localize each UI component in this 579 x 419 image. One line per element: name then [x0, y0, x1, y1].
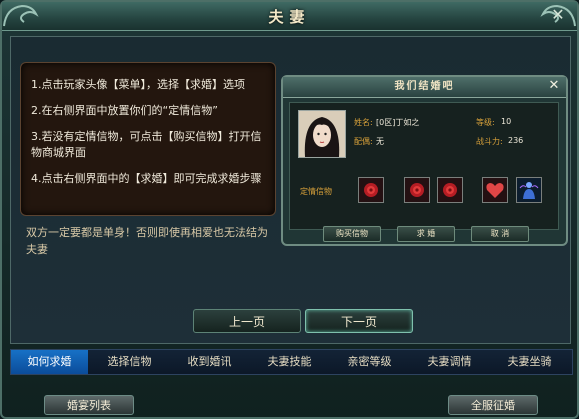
dialog-title: 我们结婚吧 [394, 81, 455, 92]
token-label: 定情信物 [300, 187, 332, 196]
level-label: 等级: [476, 118, 495, 127]
next-page-button[interactable]: 下一页 [305, 309, 413, 333]
title-bar: 夫妻 ✕ [2, 2, 577, 31]
token-slot[interactable] [358, 177, 384, 203]
level-value: 10 [501, 117, 512, 126]
cancel-button[interactable]: 取 消 [471, 226, 529, 242]
red-rose-token-icon [443, 183, 457, 197]
close-icon[interactable]: ✕ [549, 6, 567, 24]
step-4: 4.点击右侧界面中的【求婚】即可完成求婚步骤 [31, 172, 262, 185]
tab-bar: 如何求婚 选择信物 收到婚讯 夫妻技能 亲密等级 夫妻调情 夫妻坐骑 [10, 349, 573, 375]
avatar-portrait [299, 111, 345, 157]
step-1: 1.点击玩家头像【菜单】，选择【求婚】选项 [31, 78, 245, 91]
power-label: 战斗力: [476, 137, 503, 146]
player-info: 姓名: [0区]丁如之 等级: 10 配偶: 无 战斗力: 236 定情信物 [289, 102, 559, 230]
name-label: 姓名: [354, 118, 373, 127]
avatar [298, 110, 346, 158]
dialog-titlebar: 我们结婚吧 ✕ [283, 77, 566, 98]
spirit-token-icon [519, 182, 539, 199]
step-3: 3.若没有定情信物，可点击【购买信物】打开信物商城界面 [31, 130, 262, 159]
server-matchmaking-button[interactable]: 全服征婚 [448, 395, 538, 415]
prev-page-button[interactable]: 上一页 [193, 309, 301, 333]
red-rose-token-icon [364, 183, 378, 197]
instructions-panel: 1.点击玩家头像【菜单】，选择【求婚】选项 2.在右侧界面中放置你们的“定情信物… [20, 62, 276, 216]
tab-choose-token[interactable]: 选择信物 [91, 350, 168, 374]
tab-intimacy-level[interactable]: 亲密等级 [331, 350, 408, 374]
tab-how-to-propose[interactable]: 如何求婚 [11, 350, 88, 374]
power-value: 236 [508, 136, 524, 145]
tab-couple-skills[interactable]: 夫妻技能 [251, 350, 328, 374]
token-slot[interactable] [482, 177, 508, 203]
window-title: 夫妻 [268, 8, 311, 26]
propose-button[interactable]: 求 婚 [397, 226, 455, 242]
spouse-value: 无 [376, 137, 384, 146]
tab-couple-mount[interactable]: 夫妻坐骑 [491, 350, 568, 374]
token-slot[interactable] [437, 177, 463, 203]
red-rose-token-icon [410, 183, 424, 197]
step-2: 2.在右侧界面中放置你们的“定情信物” [31, 104, 218, 117]
name-value: [0区]丁如之 [376, 118, 420, 127]
tab-wedding-news[interactable]: 收到婚讯 [171, 350, 248, 374]
heart-token-icon [486, 183, 504, 198]
token-slot[interactable] [516, 177, 542, 203]
buy-token-button[interactable]: 购买信物 [323, 226, 381, 242]
token-slot[interactable] [404, 177, 430, 203]
tab-couple-flirt[interactable]: 夫妻调情 [411, 350, 488, 374]
close-icon[interactable]: ✕ [546, 78, 562, 94]
banquet-list-button[interactable]: 婚宴列表 [44, 395, 134, 415]
single-warning: 双方一定要都是单身！否则即使再相爱也无法结为夫妻 [26, 226, 268, 256]
marriage-window: 夫妻 ✕ 1.点击玩家头像【菜单】，选择【求婚】选项 2.在右侧界面中放置你们的… [0, 0, 579, 419]
spouse-label: 配偶: [354, 137, 373, 146]
proposal-dialog: 我们结婚吧 ✕ 姓名: [0区]丁如之 等级: 10 配偶: 无 战斗力: 23… [281, 75, 568, 246]
